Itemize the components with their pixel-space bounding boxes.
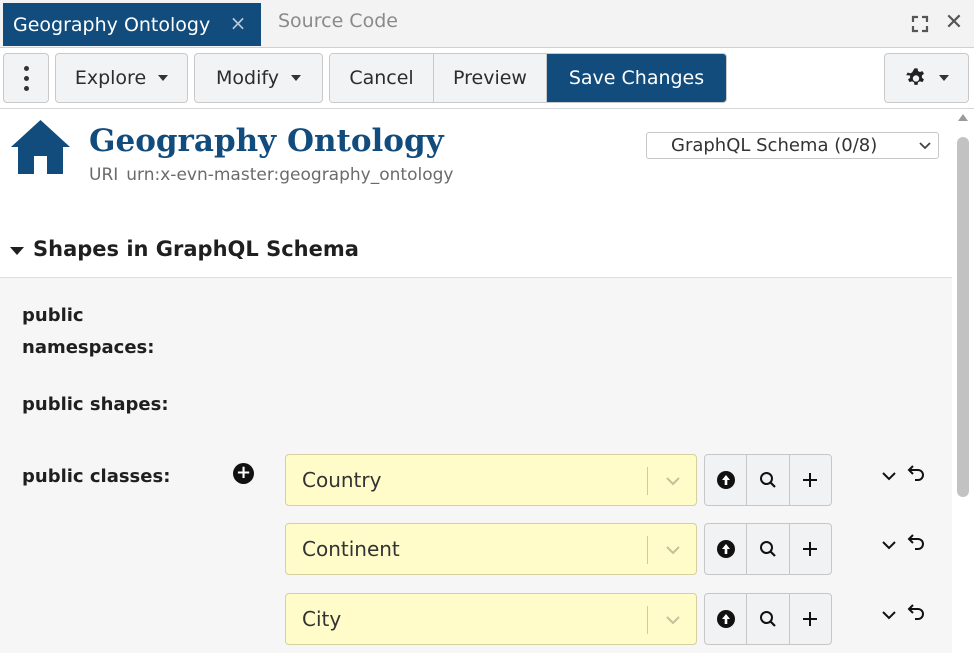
class-row: City [285, 593, 945, 645]
section-header[interactable]: Shapes in GraphQL Schema [0, 222, 952, 278]
tab-source-code[interactable]: Source Code [278, 10, 398, 32]
scrollbar[interactable] [952, 110, 974, 653]
chevron-down-icon [919, 142, 931, 150]
chevron-down-icon[interactable] [881, 607, 897, 623]
chevron-down-icon[interactable] [664, 473, 682, 489]
add-button[interactable] [788, 524, 831, 574]
move-up-button[interactable] [705, 524, 746, 574]
uri-value: urn:x-evn-master:geography_ontology [126, 165, 454, 185]
page-title: Geography Ontology [89, 123, 444, 159]
cancel-button[interactable]: Cancel [330, 54, 434, 102]
view-select[interactable]: GraphQL Schema (0/8) [646, 132, 939, 159]
combo-divider [647, 536, 648, 564]
tab-bar: Geography Ontology × Source Code ✕ [0, 0, 974, 48]
arrow-up-circle-icon [716, 610, 735, 628]
collapse-triangle-icon[interactable] [10, 247, 24, 255]
tab-label: Geography Ontology [13, 13, 211, 36]
search-icon [759, 541, 776, 557]
form-area: public namespaces: public shapes: public… [0, 278, 952, 653]
scrollbar-thumb[interactable] [957, 137, 969, 497]
class-select[interactable]: Continent [285, 523, 697, 575]
class-action-buttons [704, 523, 832, 575]
preview-button[interactable]: Preview [434, 54, 547, 102]
search-button[interactable] [746, 455, 788, 505]
combo-divider [647, 606, 648, 634]
undo-icon[interactable] [907, 532, 927, 552]
search-icon [759, 611, 776, 627]
view-select-value: GraphQL Schema (0/8) [671, 135, 878, 156]
public-shapes-label: public shapes: [22, 394, 169, 415]
search-icon [759, 472, 776, 488]
class-select[interactable]: City [285, 593, 697, 645]
plus-icon [803, 542, 818, 556]
uri-row: URI urn:x-evn-master:geography_ontology [89, 165, 453, 185]
gear-icon [905, 68, 924, 85]
edit-actions-group: Cancel Preview Save Changes [329, 53, 727, 103]
tab-close-icon[interactable]: × [229, 13, 247, 33]
class-select[interactable]: Country [285, 454, 697, 506]
class-row: Country [285, 454, 945, 506]
settings-button[interactable] [884, 53, 969, 103]
class-action-buttons [704, 454, 832, 506]
scroll-up-icon[interactable] [958, 114, 968, 121]
class-row: Continent [285, 523, 945, 575]
class-action-buttons [704, 593, 832, 645]
public-namespaces-label-line1: public [22, 305, 84, 326]
combo-divider [647, 467, 648, 495]
search-button[interactable] [746, 524, 788, 574]
main-content: Geography Ontology URI urn:x-evn-master:g… [0, 110, 952, 653]
explore-label: Explore [74, 67, 147, 89]
chevron-down-icon[interactable] [881, 468, 897, 484]
close-icon[interactable]: ✕ [943, 12, 965, 34]
chevron-down-icon[interactable] [664, 542, 682, 558]
caret-down-icon [938, 75, 949, 81]
kebab-menu-icon [23, 65, 29, 71]
explore-button[interactable]: Explore [55, 53, 188, 103]
search-button[interactable] [746, 594, 788, 644]
arrow-up-circle-icon [716, 540, 735, 558]
modify-button[interactable]: Modify [194, 53, 323, 103]
add-button[interactable] [788, 455, 831, 505]
uri-label: URI [89, 165, 119, 185]
caret-down-icon [290, 75, 301, 81]
undo-icon[interactable] [907, 602, 927, 622]
class-select-value: City [302, 607, 342, 631]
undo-icon[interactable] [907, 463, 927, 483]
save-changes-button[interactable]: Save Changes [547, 54, 726, 102]
kebab-menu-button[interactable] [3, 53, 49, 103]
caret-down-icon [158, 75, 169, 81]
section-title: Shapes in GraphQL Schema [33, 237, 359, 261]
modify-label: Modify [216, 67, 279, 89]
add-class-icon[interactable]: + [233, 463, 254, 484]
class-select-value: Continent [302, 537, 400, 561]
chevron-down-icon[interactable] [664, 612, 682, 628]
move-up-button[interactable] [705, 594, 746, 644]
plus-icon [803, 612, 818, 626]
home-icon[interactable] [9, 118, 72, 176]
tab-geography-ontology[interactable]: Geography Ontology [3, 3, 261, 46]
move-up-button[interactable] [705, 455, 746, 505]
add-button[interactable] [788, 594, 831, 644]
toolbar: Explore Modify Cancel Preview Save Chang… [0, 49, 974, 109]
chevron-down-icon[interactable] [881, 537, 897, 553]
arrow-up-circle-icon [716, 471, 735, 489]
expand-icon[interactable] [910, 14, 930, 34]
public-namespaces-label-line2: namespaces: [22, 337, 155, 358]
public-classes-label: public classes: [22, 466, 171, 487]
class-select-value: Country [302, 468, 382, 492]
plus-icon [803, 473, 818, 487]
